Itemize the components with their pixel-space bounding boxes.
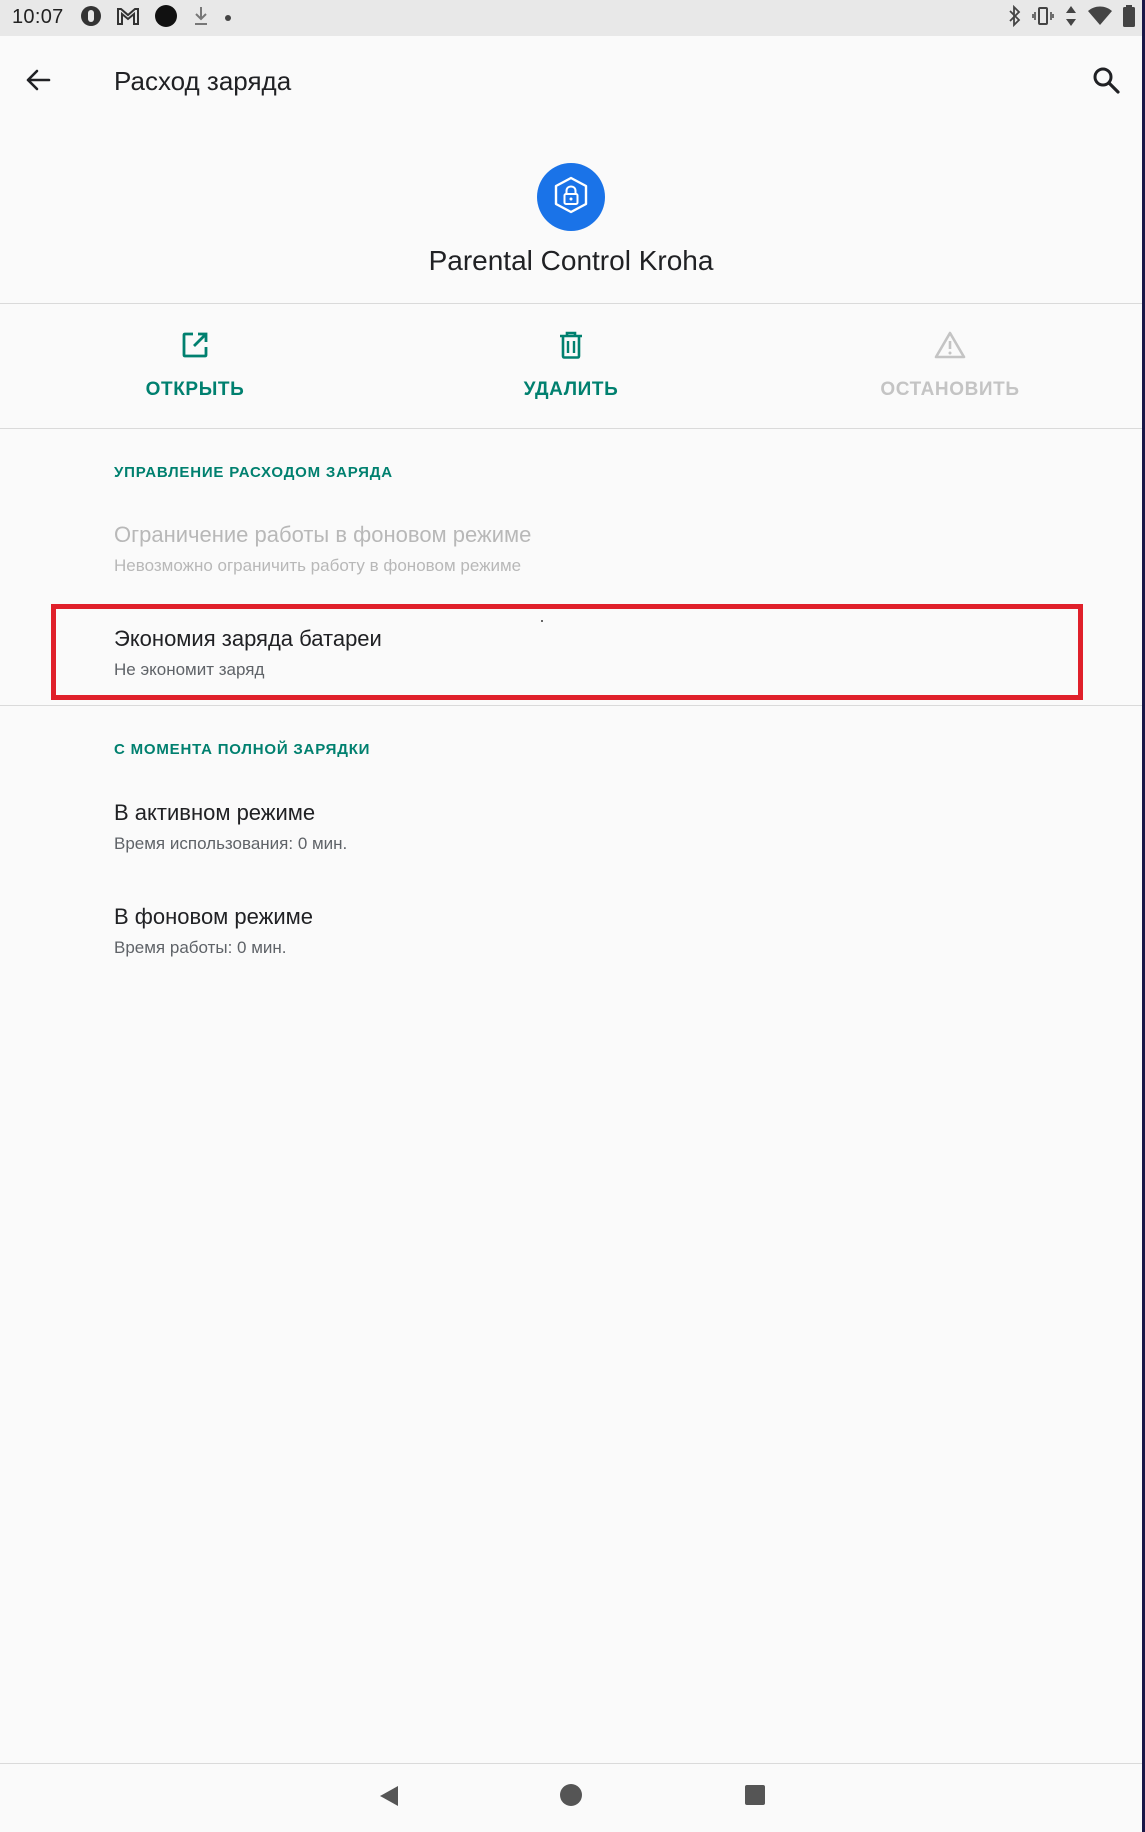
trash-icon [556,330,586,365]
uninstall-label: УДАЛИТЬ [523,379,619,400]
open-label: ОТКРЫТЬ [145,379,245,400]
arrow-back-icon [24,66,52,99]
nav-recents-icon[interactable] [745,1785,765,1805]
app-icon [537,163,605,231]
wifi-icon [1088,6,1112,31]
battery-icon [1122,4,1136,32]
warning-icon [934,330,966,365]
download-icon [192,5,210,32]
divider [0,705,1142,706]
dot-icon [224,9,232,27]
app-bar: Расход заряда [0,36,1142,128]
status-bar: 10:07 [0,0,1142,36]
record-icon [154,4,178,33]
pref-background-restriction[interactable]: Ограничение работы в фоновом режиме Нево… [114,522,1074,576]
bluetooth-icon [1008,4,1022,32]
pref-summary: Время использования: 0 мин. [114,834,348,853]
status-time: 10:07 [12,6,64,28]
app-header: Parental Control Kroha [0,128,1142,303]
open-button[interactable]: ОТКРЫТЬ [65,330,325,401]
open-in-new-icon [180,330,210,365]
nav-bar [0,1764,1142,1832]
pref-summary: Невозможно ограничить работу в фоновом р… [114,556,522,575]
force-stop-label: ОСТАНОВИТЬ [880,379,1020,400]
pref-title: В активном режиме [114,800,316,825]
section-header-battery-management: УПРАВЛЕНИЕ РАСХОДОМ ЗАРЯДА [114,464,393,481]
search-button[interactable] [1086,62,1126,102]
status-left-icons [80,4,232,33]
pref-title: Ограничение работы в фоновом режиме [114,522,532,547]
uninstall-button[interactable]: УДАЛИТЬ [441,330,701,401]
vibrate-icon [1032,6,1054,31]
status-right-icons [1008,4,1136,32]
nav-home-icon[interactable] [560,1784,582,1806]
back-button[interactable] [18,62,58,102]
action-row: ОТКРЫТЬ УДАЛИТЬ ОСТАНОВИТЬ [0,304,1142,428]
shield-lock-icon [551,175,591,220]
screen: 10:07 Расход заряда Parental Control Kro… [0,0,1142,1832]
dot-mark [541,620,543,622]
force-stop-button[interactable]: ОСТАНОВИТЬ [820,330,1080,401]
data-arrows-icon [1064,5,1078,32]
section-header-since-full-charge: С МОМЕНТА ПОЛНОЙ ЗАРЯДКИ [114,741,371,758]
pref-title: В фоновом режиме [114,904,314,929]
pref-foreground-usage[interactable]: В активном режиме Время использования: 0… [114,800,1074,854]
pref-summary: Время работы: 0 мин. [114,938,287,957]
app-name: Parental Control Kroha [428,245,714,276]
search-icon [1092,66,1120,99]
divider [0,428,1142,429]
pref-background-usage[interactable]: В фоновом режиме Время работы: 0 мин. [114,904,1074,958]
page-title: Расход заряда [114,66,292,96]
highlight-box [51,604,1083,700]
alarm-icon [80,5,102,32]
nav-back-icon[interactable] [378,1784,400,1813]
gmail-icon [116,6,140,31]
